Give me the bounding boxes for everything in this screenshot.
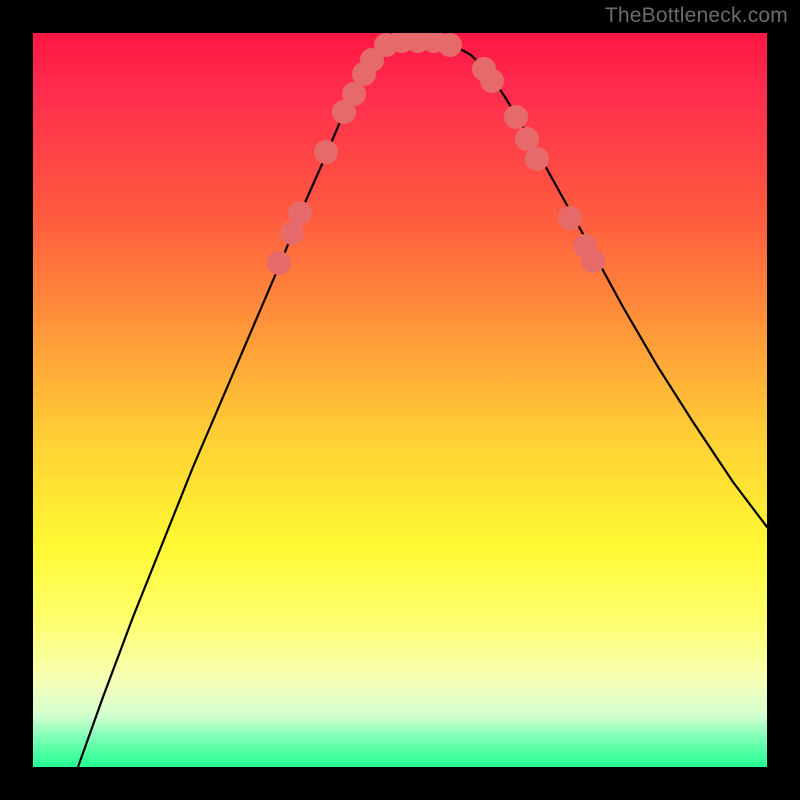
highlight-point (558, 206, 582, 230)
highlight-markers (267, 33, 605, 275)
chart-frame: TheBottleneck.com (0, 0, 800, 800)
highlight-point (288, 201, 312, 225)
chart-svg (33, 33, 767, 767)
highlight-point (267, 251, 291, 275)
plot-area (33, 33, 767, 767)
bottleneck-curve (78, 42, 767, 767)
highlight-point (438, 33, 462, 57)
highlight-point (480, 69, 504, 93)
highlight-point (525, 147, 549, 171)
highlight-point (314, 140, 338, 164)
watermark-text: TheBottleneck.com (605, 4, 788, 28)
highlight-point (581, 249, 605, 273)
highlight-point (504, 105, 528, 129)
